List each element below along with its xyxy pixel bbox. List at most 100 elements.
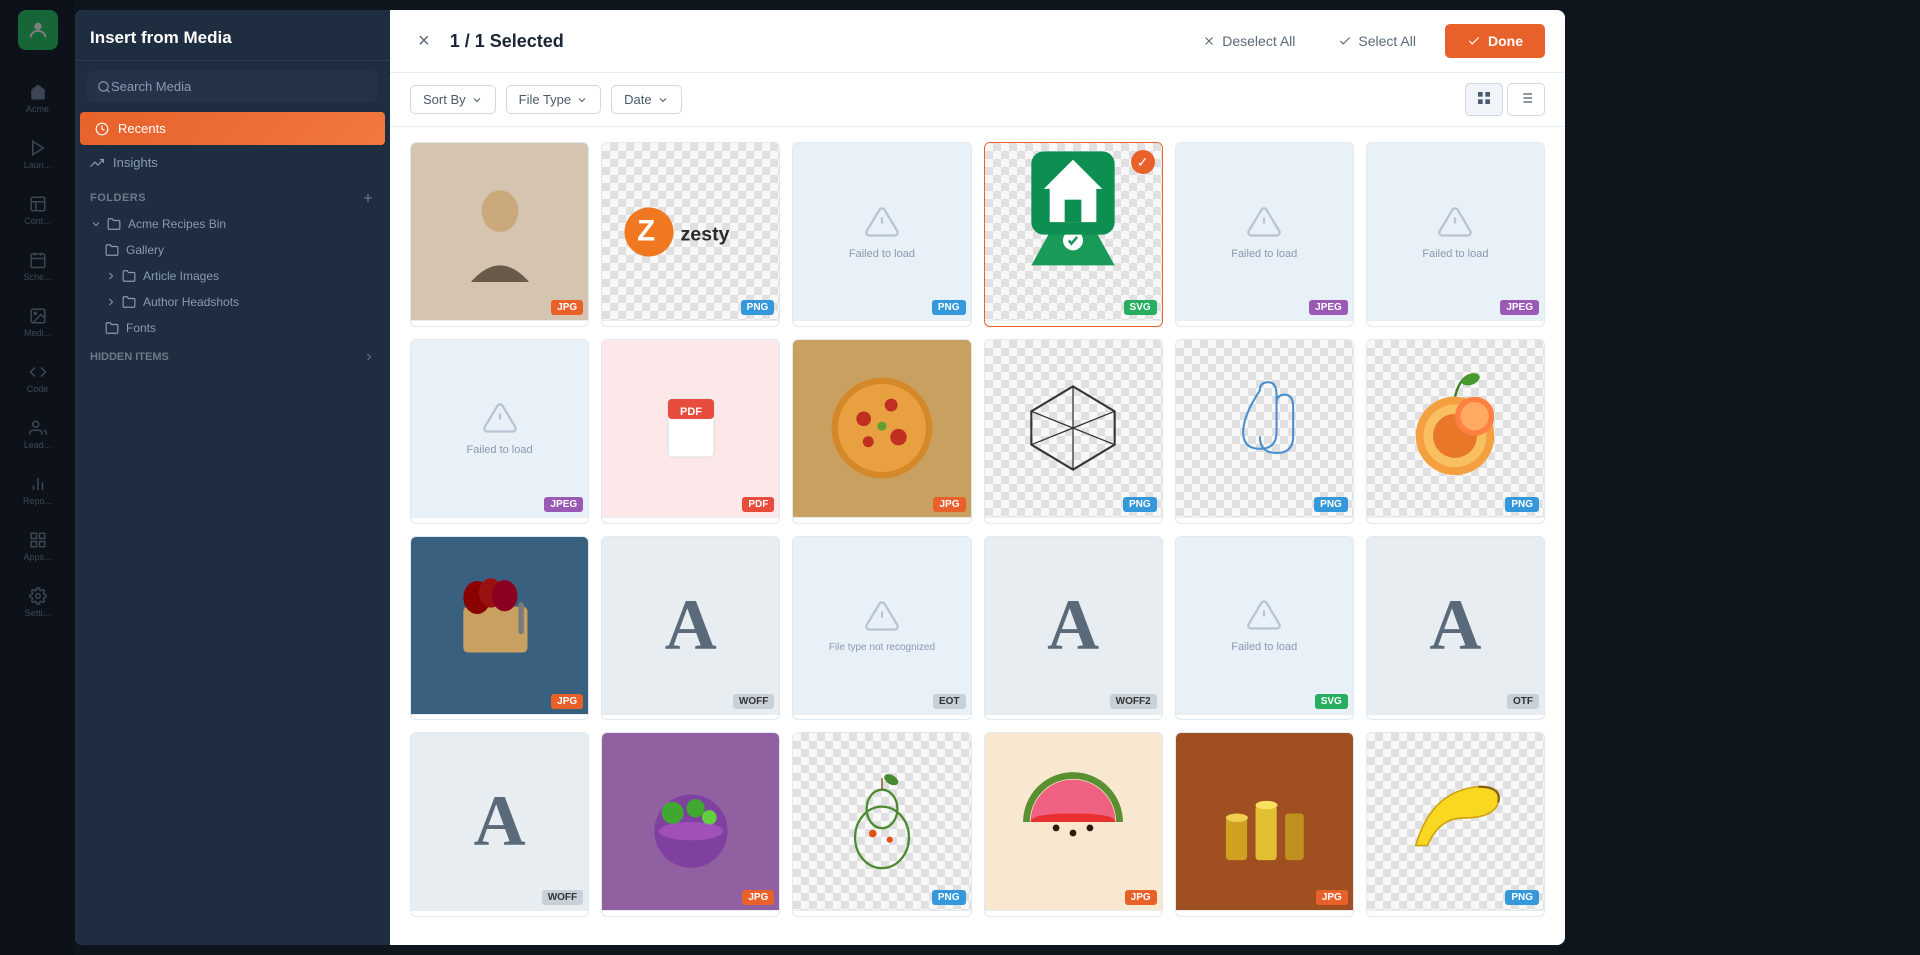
- warning-icon: [1437, 204, 1473, 240]
- fail-icon: Failed to load: [467, 400, 533, 456]
- selected-check: ✓: [1131, 150, 1155, 174]
- media-item[interactable]: JPG smoothie-bowl.jpg: [601, 732, 780, 917]
- list-view-button[interactable]: [1507, 83, 1545, 116]
- search-icon: [97, 80, 111, 94]
- media-thumbnail: Failed to load PNG: [793, 143, 970, 320]
- smoothie-icon: [636, 767, 746, 877]
- media-item[interactable]: File type not recognized EOT fontawesome…: [792, 536, 971, 721]
- media-item[interactable]: A WOFF2 fontawesome-webfont.woff2: [984, 536, 1163, 721]
- fail-icon: Failed to load: [1422, 204, 1488, 260]
- media-filename: drops.png: [1176, 517, 1353, 524]
- media-thumbnail: A WOFF: [411, 733, 588, 910]
- media-thumbnail: A WOFF: [602, 537, 779, 714]
- media-grid: JPG person.jpg Z zesty PNG zesty-io-logo…: [390, 127, 1565, 932]
- folder-expand-icon: [105, 296, 117, 308]
- media-badge: JPEG: [1309, 300, 1348, 315]
- sort-by-button[interactable]: Sort By: [410, 85, 496, 114]
- media-item[interactable]: A WOFF fontawesome-webfont.woff: [601, 536, 780, 721]
- svg-text:Z: Z: [637, 214, 655, 247]
- media-item[interactable]: Failed to load SVG fontawesome-webfont.s…: [1175, 536, 1354, 721]
- hidden-items-section[interactable]: HIDDEN ITEMS: [75, 341, 390, 373]
- media-badge: JPEG: [1500, 300, 1539, 315]
- media-filename: fontawesome-webfont.woff2: [985, 714, 1162, 721]
- modal-left-panel: Insert from Media Search Media Recents I…: [75, 10, 390, 945]
- sort-chevron-icon: [471, 94, 483, 106]
- folder-icon: [122, 295, 136, 309]
- font-a-icon: A: [1429, 584, 1481, 667]
- date-button[interactable]: Date: [611, 85, 681, 114]
- media-filename: drinks-table.jpg: [1176, 910, 1353, 917]
- insert-from-media-modal: Insert from Media Search Media Recents I…: [75, 10, 1565, 945]
- grid-view-button[interactable]: [1465, 83, 1503, 116]
- watermelon-icon: [1018, 767, 1128, 877]
- media-badge: PNG: [932, 300, 966, 315]
- modal-header: × 1 / 1 Selected Deselect All Select All…: [390, 10, 1565, 73]
- media-item[interactable]: JPG drinks-table.jpg: [1175, 732, 1354, 917]
- media-item[interactable]: A WOFF font-file: [410, 732, 589, 917]
- media-item[interactable]: Failed to load JPEG CJ.jpeg: [1175, 142, 1354, 327]
- pear-icon: [842, 772, 922, 872]
- media-thumbnail: File type not recognized EOT: [793, 537, 970, 714]
- svg-text:PDF: PDF: [680, 406, 702, 418]
- media-thumbnail: PNG: [1176, 340, 1353, 517]
- media-item[interactable]: PNG grapefruit.png: [1366, 339, 1545, 524]
- media-filename: FontAwesome.otf: [1367, 714, 1544, 721]
- media-badge: OTF: [1507, 694, 1539, 709]
- media-thumbnail: Z zesty PNG: [602, 143, 779, 320]
- select-all-button[interactable]: Select All: [1324, 26, 1430, 56]
- media-filename: CJ.jpeg: [1176, 320, 1353, 327]
- media-badge: PDF: [742, 497, 774, 512]
- fail-icon: Failed to load: [1231, 597, 1297, 653]
- media-thumbnail: PNG: [985, 340, 1162, 517]
- chopping-board-icon: [445, 570, 555, 680]
- media-filename: font-file: [411, 910, 588, 917]
- close-button[interactable]: ×: [410, 26, 438, 57]
- media-item[interactable]: Failed to load JPEG Hand.jpeg: [410, 339, 589, 524]
- media-item[interactable]: Failed to load JPEG CJ.r1IERIHNi.jpeg: [1366, 142, 1545, 327]
- pdf-icon-container: PDF: [666, 397, 716, 459]
- folder-acme-recipes-bin[interactable]: Acme Recipes Bin: [75, 211, 390, 237]
- media-badge: EOT: [933, 694, 966, 709]
- media-item[interactable]: JPG person.jpg: [410, 142, 589, 327]
- media-filename: banana.png: [1367, 910, 1544, 917]
- media-thumbnail: Failed to load SVG: [1176, 537, 1353, 714]
- media-thumbnail: JPG: [411, 143, 588, 320]
- view-toggle: [1465, 83, 1545, 116]
- media-item[interactable]: JPG watermelon.jpg: [984, 732, 1163, 917]
- nav-recents[interactable]: Recents: [80, 112, 385, 145]
- media-filename: pear-drawing.png: [793, 910, 970, 917]
- modal-search-box[interactable]: Search Media: [87, 71, 378, 102]
- media-thumbnail: JPG: [411, 537, 588, 714]
- media-item[interactable]: JPG pizza.jpg: [792, 339, 971, 524]
- media-item[interactable]: Z zesty PNG zesty-io-logo-horizontal--2-…: [601, 142, 780, 327]
- folder-gallery[interactable]: Gallery: [75, 237, 390, 263]
- media-item[interactable]: Failed to load PNG image_test.png: [792, 142, 971, 327]
- folder-expand-icon: [90, 218, 102, 230]
- media-item[interactable]: PNG banana.png: [1366, 732, 1545, 917]
- folder-article-images[interactable]: Article Images: [75, 263, 390, 289]
- file-type-button[interactable]: File Type: [506, 85, 602, 114]
- media-badge: WOFF: [733, 694, 774, 709]
- media-thumbnail: JPG: [1176, 733, 1353, 910]
- media-thumbnail: Failed to load JPEG: [411, 340, 588, 517]
- media-item[interactable]: JPG chopping-board.jpg: [410, 536, 589, 721]
- folder-fonts[interactable]: Fonts: [75, 315, 390, 341]
- media-filename: watermelon.jpg: [985, 910, 1162, 917]
- x-icon: [1202, 34, 1216, 48]
- drinks-icon: [1209, 767, 1319, 877]
- media-filename: fontawesome-webfont.woff: [602, 714, 779, 721]
- add-folder-icon[interactable]: [361, 191, 375, 205]
- media-item[interactable]: PDF PDF DPDPS-EndpointReference-30032...: [601, 339, 780, 524]
- done-button[interactable]: Done: [1445, 24, 1545, 58]
- deselect-all-button[interactable]: Deselect All: [1188, 26, 1309, 56]
- person-image-icon: [460, 182, 540, 282]
- list-icon: [1518, 90, 1534, 106]
- warning-icon: [482, 400, 518, 436]
- media-item[interactable]: ✓ SVG Green-Symbol-Logo.Hk7A0L_Ns.svg: [984, 142, 1163, 327]
- folder-author-headshots[interactable]: Author Headshots: [75, 289, 390, 315]
- nav-insights[interactable]: Insights: [75, 146, 390, 179]
- media-item[interactable]: PNG Asset-1.png: [984, 339, 1163, 524]
- media-item[interactable]: PNG drops.png: [1175, 339, 1354, 524]
- media-item[interactable]: A OTF FontAwesome.otf: [1366, 536, 1545, 721]
- media-item[interactable]: PNG pear-drawing.png: [792, 732, 971, 917]
